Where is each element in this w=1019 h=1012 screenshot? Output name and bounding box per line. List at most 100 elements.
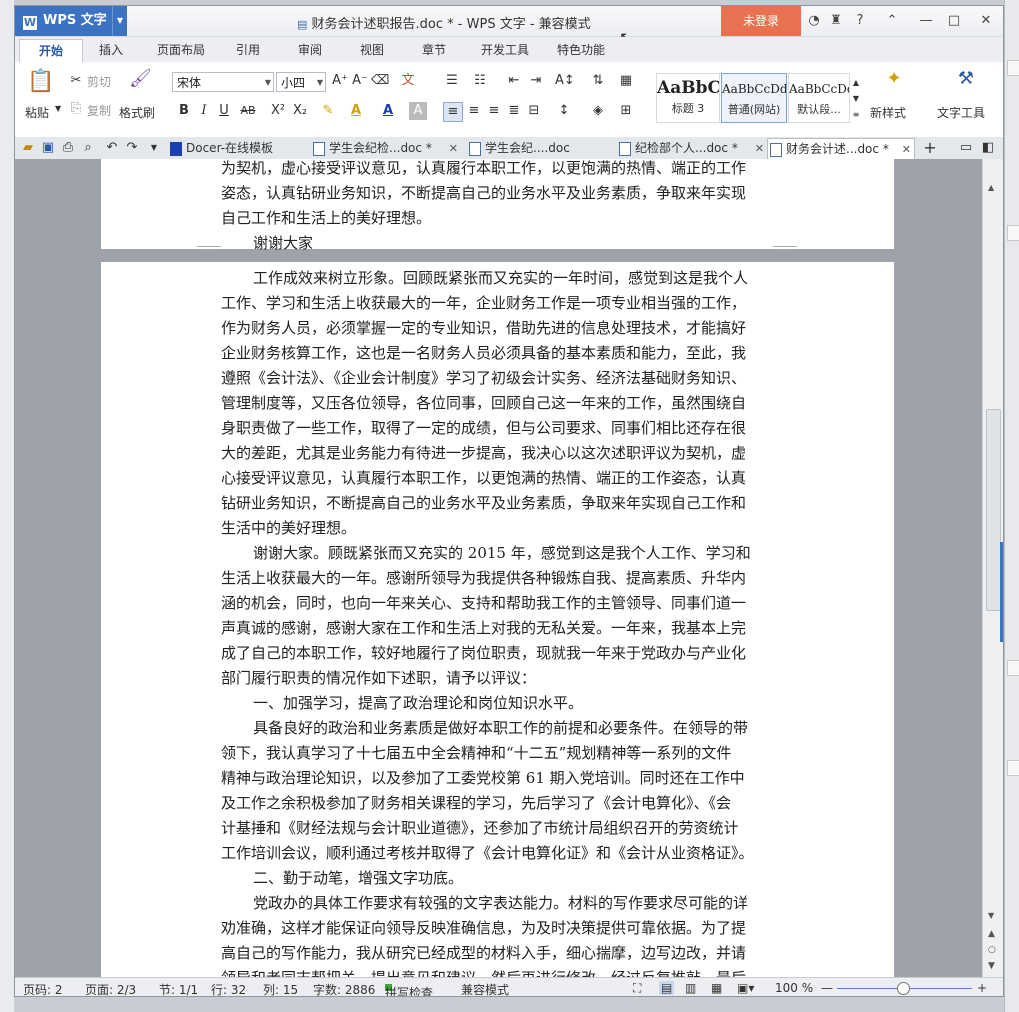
increase-indent-icon[interactable]: ⇥ [527, 72, 545, 90]
scroll-down-icon[interactable]: ▼ [988, 911, 994, 920]
zoom-in-icon[interactable]: + [977, 981, 987, 995]
document-line[interactable]: 谢谢大家 [253, 231, 313, 256]
document-line[interactable]: 二、勤于动笔，增强文字功底。 [253, 866, 463, 891]
clear-format-icon[interactable]: ⌫ [371, 72, 389, 90]
pinyin-icon[interactable]: 文 [399, 72, 417, 90]
strikethrough-icon[interactable]: AB [239, 102, 257, 120]
tab-review[interactable]: 审阅 [285, 39, 335, 62]
undo-icon[interactable]: ↶ [103, 139, 121, 157]
document-line[interactable]: 工作成效来树立形象。回顾既紧张而又充实的一年时间，感觉到这是我个人 [253, 266, 748, 291]
copy-icon[interactable]: ⎘ [67, 100, 85, 118]
document-line[interactable]: 领导和老同志帮把关，提出意见和建议，然后再进行修改，经过反复推敲，最后 [221, 966, 746, 977]
minimize-icon[interactable]: — [917, 12, 935, 30]
tab-special-features[interactable]: 特色功能 [547, 39, 615, 62]
bullet-list-icon[interactable]: ☰ [443, 72, 461, 90]
document-line[interactable]: 生活中的美好理想。 [221, 516, 356, 541]
styles-more-icon[interactable]: ≡ [851, 106, 861, 124]
tab-page-layout[interactable]: 页面布局 [145, 39, 217, 62]
borders-icon[interactable]: ⊞ [617, 102, 635, 120]
wps-app-menu-button[interactable]: W WPS 文字 ▼ [15, 6, 127, 36]
web-view-icon[interactable]: ▦ [711, 981, 722, 995]
document-line[interactable]: 生活上收获最大的一年。感谢所领导为我提供各种锻炼自我、提高素质、升华内 [221, 566, 746, 591]
decrease-indent-icon[interactable]: ⇤ [505, 72, 523, 90]
font-size-select[interactable]: 小四 ▼ [276, 72, 326, 92]
document-line[interactable]: 成了自己的本职工作，较好地履行了岗位职责，现就我一年来于党政办与产业化 [221, 641, 746, 666]
style-default-paragraph[interactable]: AaBbCcDd 默认段... [788, 73, 850, 123]
chevron-down-icon[interactable]: ▼ [55, 104, 61, 113]
document-line[interactable]: 为契机，虚心接受评议意见，认真履行本职工作，以更饱满的热情、端正的工作 [221, 159, 746, 181]
tab-list-icon[interactable]: ▭ [957, 139, 975, 157]
document-line[interactable]: 工作、学习和生活上收获最大的一年，企业财务工作是一项专业相当强的工作， [221, 291, 746, 316]
document-line[interactable]: 涵的机会，同时，也向一年来关心、支持和帮助我工作的主管领导、同事们道一 [221, 591, 746, 616]
format-painter-button[interactable]: 格式刷 [119, 104, 155, 121]
page-view-icon[interactable]: ▤ [659, 981, 675, 995]
tab-references[interactable]: 引用 [223, 39, 273, 62]
document-line[interactable]: 心接受评议意见，认真履行本职工作，以更饱满的热情、端正的工作姿态，认真 [221, 466, 746, 491]
format-painter-icon[interactable]: 🖌 [129, 70, 152, 88]
zoom-level[interactable]: 100 % [775, 981, 813, 995]
superscript-icon[interactable]: X² [269, 102, 287, 120]
document-line[interactable]: 领下，我认真学习了十七届五中全会精神和“十二五”规划精神等一系列的文件 [221, 741, 731, 766]
char-border-icon[interactable]: A [409, 102, 427, 120]
paste-button[interactable]: 粘贴 [25, 104, 49, 121]
highlight-icon[interactable]: ✎ [319, 102, 337, 120]
save-icon[interactable]: ▣ [39, 139, 57, 157]
line-spacing-icon[interactable]: ↕ [555, 102, 573, 120]
italic-icon[interactable]: I [195, 102, 213, 120]
align-right-icon[interactable]: ≡ [485, 102, 503, 120]
print-icon[interactable]: ⎙ [59, 139, 77, 157]
shirt-icon[interactable]: ♜ [827, 12, 845, 30]
chevron-down-icon[interactable]: ▼ [112, 6, 127, 36]
document-workspace[interactable]: 为契机，虚心接受评议意见，认真履行本职工作，以更饱满的热情、端正的工作 姿态，认真… [15, 159, 982, 977]
collapse-ribbon-icon[interactable]: ⌃ [883, 12, 901, 30]
document-line[interactable]: 姿态，认真钻研业务知识，不断提高自己的业务水平及业务素质，争取来年实现 [221, 181, 746, 206]
login-button[interactable]: 未登录 [721, 6, 801, 36]
align-left-icon[interactable]: ≡ [443, 102, 463, 122]
font-name-select[interactable]: 宋体 ▼ [172, 72, 274, 92]
new-style-icon[interactable]: ✦ [881, 70, 907, 96]
document-line[interactable]: 钻研业务知识，不断提高自己的业务水平及业务素质，争取来年实现自己工作和 [221, 491, 746, 516]
document-line[interactable]: 谢谢大家。顾既紧张而又充实的 2015 年，感觉到这是我个人工作、学习和 [253, 541, 751, 566]
underline-icon[interactable]: U [215, 102, 233, 120]
document-line[interactable]: 计基捶和《财经法规与会计职业道德》，还参加了市统计局组织召开的劳资统计 [221, 816, 739, 841]
document-line[interactable]: 大的差距，尤其是业务能力有待进一步提高，我决心以这次述职评议为契机，虚 [221, 441, 746, 466]
doc-tab-active[interactable]: 财务会计述...doc * ✕ [767, 138, 915, 159]
grow-font-icon[interactable]: A⁺ [331, 72, 349, 90]
close-tab-icon[interactable]: ✕ [902, 139, 911, 159]
document-line[interactable]: 高自己的写作能力，我从研究已经成型的材料入手，细心揣摩，边写边改，并请 [221, 941, 746, 966]
new-style-button[interactable]: 新样式 [870, 104, 906, 121]
shading-icon[interactable]: ◈ [589, 102, 607, 120]
prev-page-icon[interactable]: ▲ [988, 929, 995, 939]
maximize-icon[interactable]: □ [945, 12, 963, 30]
close-icon[interactable]: ✕ [977, 12, 995, 30]
doc-tab-1[interactable]: 学生会纪检...doc * ✕ [311, 138, 461, 159]
document-line[interactable]: 工作培训会议，顺利通过考核并取得了《会计电算化证》和《会计从业资格证》。 [221, 841, 754, 866]
outline-view-icon[interactable]: ▥ [685, 981, 696, 995]
side-panel-toggle[interactable] [1000, 542, 1003, 642]
document-line[interactable]: 企业财务核算工作，这也是一名财务人员必须具备的基本素质和能力，至此，我 [221, 341, 746, 366]
open-folder-icon[interactable]: ▰ [19, 139, 37, 157]
document-line[interactable]: 精神与政治理论知识，以及参加了工委党校第 61 期入党培训。同时还在工作中 [221, 766, 745, 791]
paste-icon[interactable]: 📋 [27, 68, 55, 96]
style-heading3[interactable]: AaBbC 标题 3 [656, 73, 720, 123]
tab-developer-tools[interactable]: 开发工具 [471, 39, 539, 62]
fullscreen-view-icon[interactable]: ⛶ [633, 981, 641, 996]
zoom-out-icon[interactable]: — [821, 981, 833, 995]
document-line[interactable]: 管理制度等，又压各位领导，各位同事，回顾自己这一年来的工作，虽然围绕自 [221, 391, 746, 416]
tab-chapter[interactable]: 章节 [409, 39, 459, 62]
asian-layout-icon[interactable]: A↕ [555, 72, 575, 90]
scroll-up-icon[interactable]: ▲ [988, 183, 994, 192]
close-tab-icon[interactable]: ✕ [449, 138, 458, 159]
new-tab-icon[interactable]: + [921, 139, 939, 157]
bold-icon[interactable]: B [175, 102, 193, 120]
subscript-icon[interactable]: X₂ [291, 102, 309, 120]
shrink-font-icon[interactable]: A⁻ [351, 72, 369, 90]
tab-view[interactable]: 视图 [347, 39, 397, 62]
next-page-icon[interactable]: ▼ [988, 961, 995, 971]
document-line[interactable]: 劝准确，这样才能保证向领导反映准确信息，为及时决策提供可靠依据。为了提 [221, 916, 746, 941]
document-line[interactable]: 及工作之余积极参加了财务相关课程的学习，先后学习了《会计电算化》、《会 [221, 791, 731, 816]
document-line[interactable]: 党政办的具体工作要求有较强的文字表达能力。材料的写作要求尽可能的详 [253, 891, 748, 916]
document-line[interactable]: 自己工作和生活上的美好理想。 [221, 206, 431, 231]
document-line[interactable]: 作为财务人员，必须掌握一定的专业知识，借助先进的信息处理技术，才能搞好 [221, 316, 746, 341]
scissors-icon[interactable]: ✂ [67, 72, 85, 90]
